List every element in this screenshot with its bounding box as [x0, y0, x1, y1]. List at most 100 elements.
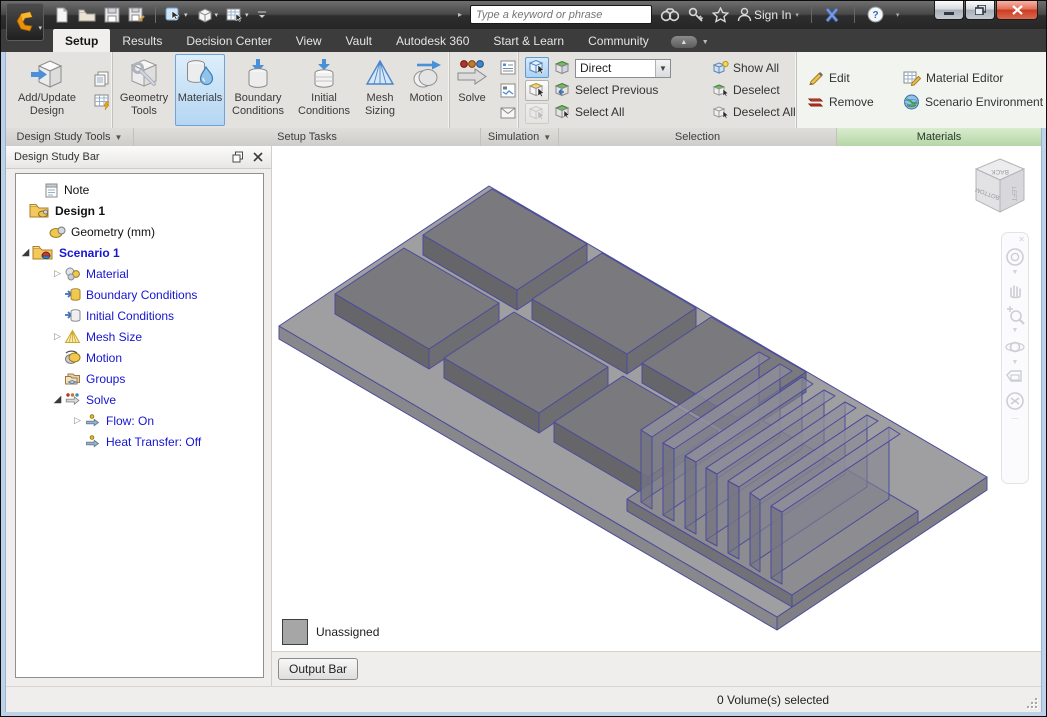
tab-setup[interactable]: Setup — [53, 29, 111, 52]
combo-caret-icon[interactable]: ▼ — [655, 59, 670, 77]
tab-start-learn[interactable]: Start & Learn — [481, 29, 576, 52]
panel-dropdown-caret-icon[interactable]: ▼ — [115, 133, 123, 142]
tree-item-note[interactable]: Note — [16, 179, 263, 200]
tab-community[interactable]: Community — [576, 29, 661, 52]
navbar-minimize-icon[interactable]: — — [1012, 415, 1019, 422]
exchange-apps-button[interactable] — [824, 7, 842, 23]
orbit-button[interactable] — [1004, 337, 1026, 357]
tree-item-motion[interactable]: Motion — [16, 347, 263, 368]
ribbon-toggle-caret-icon[interactable]: ▼ — [702, 39, 709, 46]
restore-button[interactable] — [965, 1, 995, 20]
materials-button[interactable]: Materials — [175, 54, 225, 126]
search-button[interactable] — [660, 7, 680, 22]
float-panel-button[interactable] — [229, 149, 247, 165]
pan-button[interactable] — [1005, 279, 1025, 299]
viewcube-right-label[interactable]: LEFT — [1010, 187, 1016, 202]
simulation-panel-label[interactable]: Simulation ▼ — [481, 128, 559, 146]
panel-dropdown-caret-icon[interactable]: ▼ — [543, 133, 551, 142]
tab-results[interactable]: Results — [110, 29, 174, 52]
output-bar-button[interactable]: Output Bar — [278, 658, 359, 680]
tab-decision-center[interactable]: Decision Center — [174, 29, 283, 52]
open-file-button[interactable] — [77, 6, 97, 24]
dropdown-caret-icon[interactable]: ▾ — [184, 11, 188, 19]
model-scene[interactable] — [272, 146, 1041, 652]
tree-item-initial-conditions[interactable]: Initial Conditions — [16, 305, 263, 326]
zoom-button[interactable] — [1005, 305, 1025, 325]
help-caret-icon[interactable]: ▾ — [896, 11, 900, 19]
dropdown-caret-icon[interactable]: ▾ — [245, 11, 249, 19]
select-surfaces-mode-button[interactable] — [525, 79, 549, 101]
help-button[interactable]: ? — [867, 6, 884, 23]
tree-item-material[interactable]: ▷ Material — [16, 263, 263, 284]
tab-view[interactable]: View — [284, 29, 334, 52]
tree-item-heat-transfer[interactable]: Heat Transfer: Off — [16, 431, 263, 452]
mesh-sizing-button[interactable]: Mesh Sizing — [357, 54, 403, 126]
tree-item-mesh-size[interactable]: ▷ Mesh Size — [16, 326, 263, 347]
navbar-caret-icon[interactable]: ▼ — [1012, 327, 1019, 334]
edit-material-button[interactable]: Edit — [807, 70, 903, 86]
navbar-caret-icon[interactable]: ▼ — [1012, 359, 1019, 366]
new-file-button[interactable] — [53, 6, 71, 24]
add-update-design-button[interactable]: Add/Update Design — [6, 54, 88, 126]
expander-closed-icon[interactable]: ▷ — [71, 415, 84, 426]
sign-in-button[interactable]: Sign In ▾ — [737, 7, 799, 22]
select-volumes-mode-button[interactable] — [525, 56, 549, 78]
expander-open-icon[interactable]: ◢ — [19, 247, 32, 258]
steering-wheel-button[interactable] — [1005, 247, 1025, 267]
geometry-tools-button[interactable]: Geometry Tools — [113, 54, 175, 126]
tables-tool-button[interactable]: ▾ — [225, 6, 250, 25]
notifications-button[interactable] — [498, 103, 518, 123]
material-editor-button[interactable]: Material Editor — [903, 70, 1046, 86]
close-panel-button[interactable] — [249, 149, 267, 165]
model-viewport[interactable]: BACK BOTTOM LEFT ✕ ▼ ▼ ▼ — Unassigned — [272, 146, 1041, 652]
tree-item-geometry[interactable]: Geometry (mm) — [16, 221, 263, 242]
selection-tool-button[interactable]: ▾ — [164, 6, 189, 25]
tree-item-solve[interactable]: ◢ Solve — [16, 389, 263, 410]
remove-material-button[interactable]: Remove — [807, 94, 903, 110]
solve-button[interactable]: Solve — [450, 54, 494, 126]
ribbon-display-toggle[interactable]: ▲ ▼ — [670, 36, 709, 48]
application-menu-button[interactable]: ▾ — [6, 3, 44, 41]
view-cube[interactable]: BACK BOTTOM LEFT — [971, 156, 1029, 218]
subscription-button[interactable] — [688, 7, 704, 23]
viewcube-top-label[interactable]: BACK — [990, 168, 1008, 175]
resize-grip[interactable] — [1025, 696, 1037, 708]
boundary-conditions-button[interactable]: Boundary Conditions — [225, 54, 291, 126]
initial-conditions-button[interactable]: Initial Conditions — [291, 54, 357, 126]
look-at-button[interactable] — [1005, 369, 1025, 385]
favorites-button[interactable] — [712, 6, 730, 23]
expander-closed-icon[interactable]: ▷ — [51, 331, 64, 342]
tab-vault[interactable]: Vault — [334, 29, 384, 52]
infocenter-expander-icon[interactable]: ▸ — [458, 10, 462, 19]
appearance-tool-button[interactable]: ▾ — [195, 6, 220, 25]
close-button[interactable] — [996, 1, 1038, 20]
tree-item-design-1[interactable]: Design 1 — [16, 200, 263, 221]
select-all-button[interactable]: Select All — [554, 104, 712, 120]
tree-item-scenario-1[interactable]: ◢ Scenario 1 — [16, 242, 263, 263]
save-button[interactable] — [103, 6, 121, 24]
customize-qat-button[interactable] — [256, 8, 268, 22]
design-study-bar-header[interactable]: Design Study Bar — [6, 146, 271, 169]
scenario-environment-button[interactable]: Scenario Environment — [903, 94, 1046, 110]
navbar-caret-icon[interactable]: ▼ — [1012, 269, 1019, 276]
ribbon-collapse-icon[interactable]: ▲ — [670, 36, 697, 48]
expander-open-icon[interactable]: ◢ — [51, 394, 64, 405]
dropdown-caret-icon[interactable]: ▾ — [215, 11, 219, 19]
select-edges-mode-button[interactable] — [525, 102, 549, 124]
save-as-button[interactable] — [127, 6, 147, 24]
navigation-bar[interactable]: ✕ ▼ ▼ ▼ — — [1001, 232, 1029, 484]
tab-autodesk-360[interactable]: Autodesk 360 — [384, 29, 481, 52]
design-review-button[interactable] — [92, 69, 112, 89]
search-input[interactable] — [470, 5, 653, 24]
design-study-tools-panel-label[interactable]: Design Study Tools ▼ — [6, 128, 134, 146]
navbar-close-icon[interactable]: ✕ — [1018, 236, 1025, 244]
motion-button[interactable]: Motion — [403, 54, 449, 126]
tree-item-boundary-conditions[interactable]: Boundary Conditions — [16, 284, 263, 305]
select-previous-button[interactable]: Select Previous — [554, 82, 712, 98]
tree-item-groups[interactable]: Groups — [16, 368, 263, 389]
expander-closed-icon[interactable]: ▷ — [51, 268, 64, 279]
center-view-button[interactable] — [1005, 391, 1025, 411]
tree-item-flow[interactable]: ▷ Flow: On — [16, 410, 263, 431]
solution-settings-button[interactable] — [498, 57, 518, 77]
selection-mode-dropdown[interactable]: Direct ▼ — [575, 58, 671, 78]
